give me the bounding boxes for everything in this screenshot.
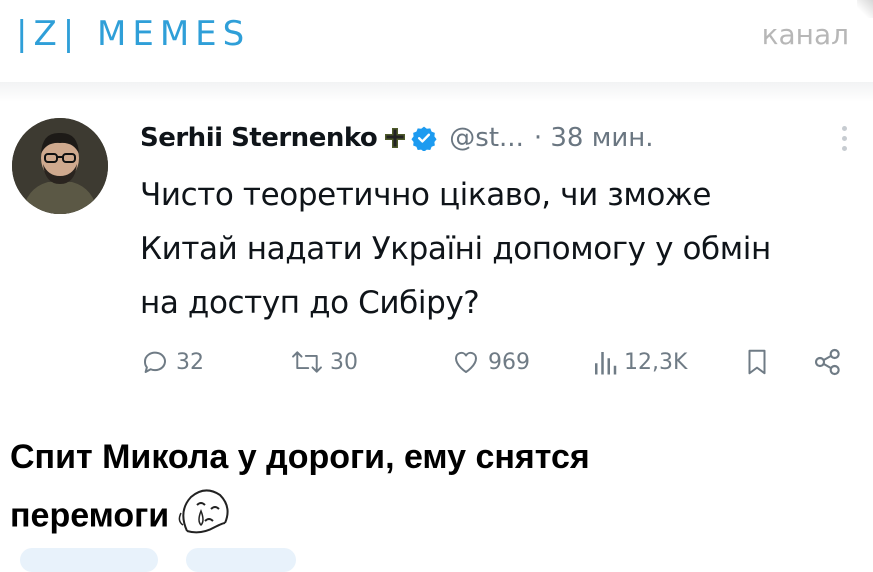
channel-logo[interactable]: |Z| MEMES [16, 14, 250, 54]
author-handle[interactable]: @st... [449, 123, 524, 153]
corner-shadow [857, 0, 873, 18]
tweet-timestamp[interactable]: · 38 мин. [534, 123, 654, 153]
tweet-actions-bar: 32 30 969 12,3K [140, 340, 850, 384]
heart-icon [454, 351, 478, 373]
reply-icon [143, 351, 166, 373]
views-button[interactable]: 12,3K [592, 340, 687, 384]
share-icon [814, 348, 840, 376]
more-options-icon[interactable] [842, 126, 847, 151]
avatar[interactable] [12, 118, 108, 214]
verified-badge-icon [411, 125, 437, 151]
caption-line-2-text: перемоги [10, 496, 170, 535]
crying-face-icon [175, 483, 233, 552]
tweet-text: Чисто теоретично цікаво, чи зможе Китай … [140, 168, 840, 330]
channel-type-label: канал [761, 18, 849, 51]
reaction-chip[interactable] [20, 548, 158, 572]
caption-line-1: Спит Микола у дороги, ему снятся [10, 438, 590, 476]
like-button[interactable]: 969 [450, 340, 530, 384]
channel-header: |Z| MEMES канал [0, 0, 873, 80]
retweet-button[interactable]: 30 [290, 340, 358, 384]
tweet-text-line: Китай надати Україні допомогу у обмін [140, 231, 771, 267]
reply-button[interactable]: 32 [140, 340, 204, 384]
bookmark-button[interactable] [742, 340, 772, 384]
cross-flag-icon [383, 126, 407, 150]
retweet-icon [292, 351, 322, 373]
view-count: 12,3K [624, 349, 688, 375]
author-name[interactable]: Serhii Sternenko [140, 123, 378, 153]
tweet-top-shadow [0, 82, 873, 102]
caption-line-2: перемоги [10, 483, 860, 552]
tweet-text-line: Чисто теоретично цікаво, чи зможе [140, 177, 712, 213]
retweet-count: 30 [330, 349, 358, 375]
share-button[interactable] [812, 340, 844, 384]
post-caption: Спит Микола у дороги, ему снятся перемог… [10, 432, 860, 552]
reply-count: 32 [176, 349, 204, 375]
tweet-author-row: Serhii Sternenko @st... · 38 мин. [140, 118, 654, 158]
views-chart-icon [595, 352, 617, 375]
like-count: 969 [488, 349, 530, 375]
reaction-chip[interactable] [186, 548, 296, 572]
bookmark-icon [748, 349, 766, 375]
tweet-text-line: на доступ до Сибіру? [140, 285, 480, 321]
